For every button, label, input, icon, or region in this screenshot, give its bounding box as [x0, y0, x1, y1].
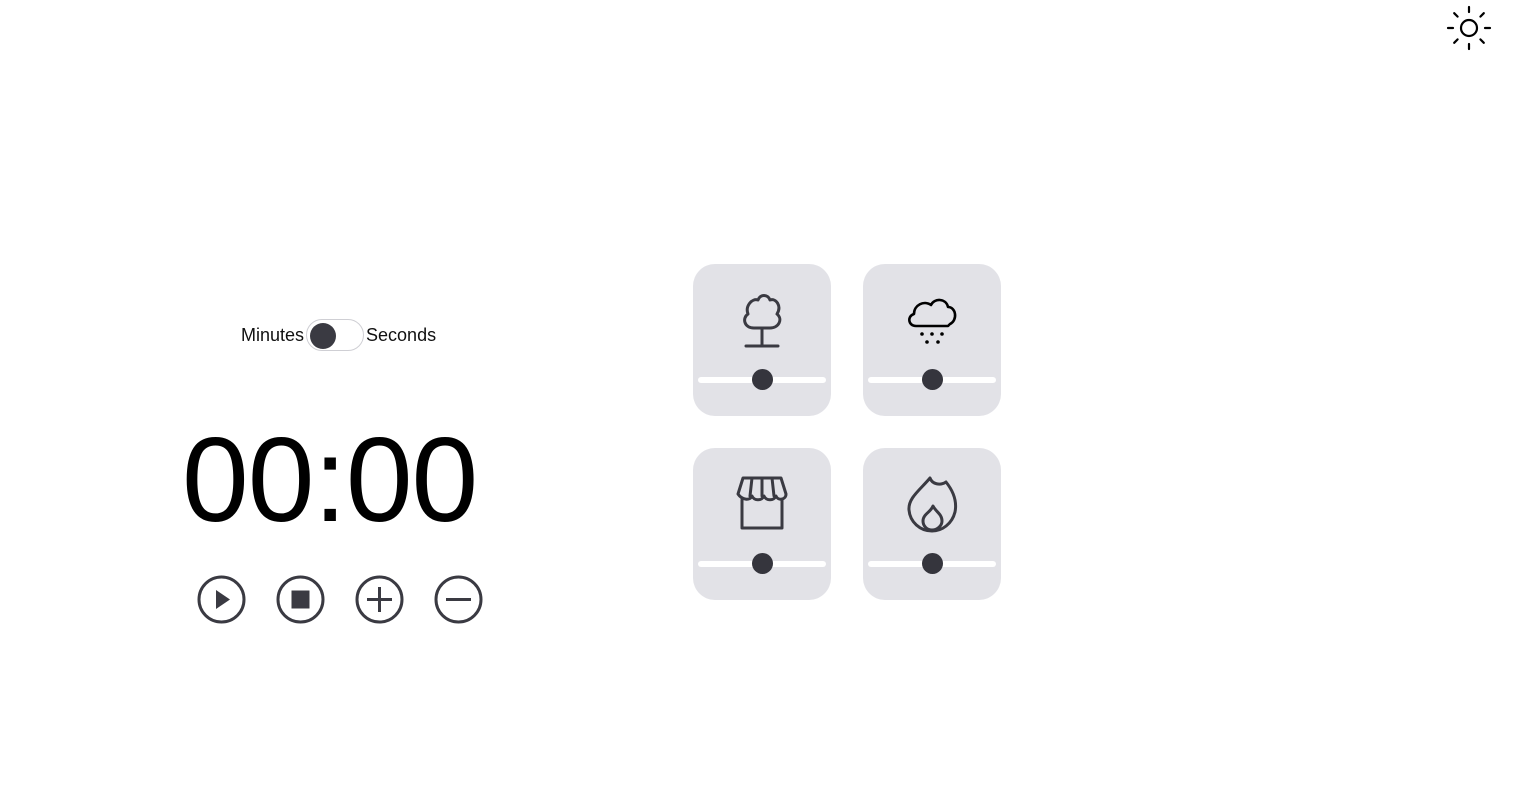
- flame-icon: [907, 476, 958, 533]
- timer-controls: [197, 575, 483, 624]
- tree-icon: [743, 294, 782, 348]
- switch-knob: [310, 323, 337, 349]
- sound-card-icon: [863, 474, 1001, 534]
- play-button[interactable]: [197, 575, 246, 624]
- unit-toggle: Minutes Seconds: [241, 316, 436, 354]
- stop-icon: [276, 575, 325, 624]
- add-time-button[interactable]: [355, 575, 404, 624]
- sound-card-icon: [693, 474, 831, 534]
- snow-cloud-icon: [908, 298, 957, 344]
- volume-slider[interactable]: [698, 553, 826, 574]
- timer-display: 00:00: [182, 413, 478, 547]
- sound-card-fire: [863, 448, 1001, 600]
- volume-slider-thumb[interactable]: [752, 553, 773, 574]
- stop-button[interactable]: [276, 575, 325, 624]
- plus-icon: [355, 575, 404, 624]
- sound-card-rain: [863, 264, 1001, 416]
- volume-slider-thumb[interactable]: [752, 369, 773, 390]
- seconds-label: Seconds: [366, 324, 437, 345]
- minutes-label: Minutes: [241, 324, 305, 345]
- minus-icon: [434, 575, 483, 624]
- volume-slider[interactable]: [698, 369, 826, 390]
- volume-slider[interactable]: [868, 553, 996, 574]
- volume-slider-thumb[interactable]: [922, 369, 943, 390]
- volume-slider[interactable]: [868, 369, 996, 390]
- sound-card-icon: [693, 290, 831, 350]
- timer-app: Minutes Seconds 00:00: [0, 0, 1532, 794]
- sound-card-forest: [693, 264, 831, 416]
- minutes-seconds-switch[interactable]: [306, 319, 365, 351]
- play-icon: [197, 575, 246, 624]
- sun-icon: [1446, 5, 1492, 51]
- sound-card-icon: [863, 290, 1001, 350]
- storefront-icon: [736, 476, 788, 530]
- subtract-time-button[interactable]: [434, 575, 483, 624]
- sound-card-cafe: [693, 448, 831, 600]
- theme-toggle-button[interactable]: [1445, 4, 1493, 52]
- volume-slider-thumb[interactable]: [922, 553, 943, 574]
